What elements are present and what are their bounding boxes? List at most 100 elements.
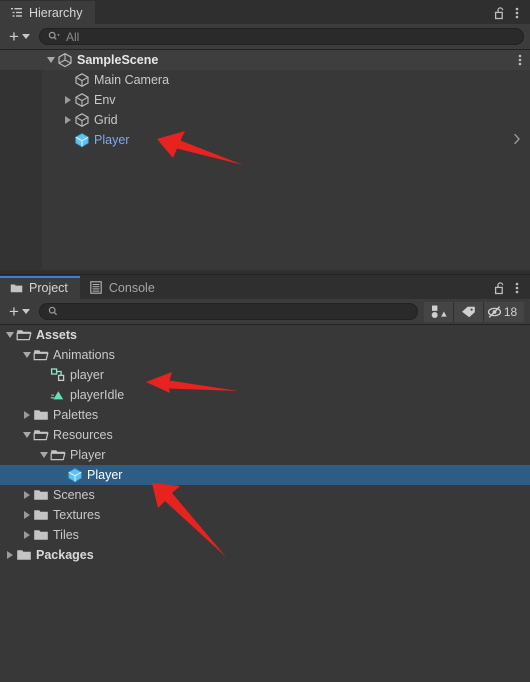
open-prefab-chevron-icon[interactable] bbox=[513, 132, 521, 150]
hierarchy-panel: Hierarchy + All SampleScene Main Camera … bbox=[0, 0, 530, 274]
animator-controller-icon bbox=[50, 367, 66, 383]
tab-hierarchy[interactable]: Hierarchy bbox=[0, 1, 95, 24]
tree-row[interactable]: Scenes bbox=[0, 485, 530, 505]
tree-row[interactable]: Animations bbox=[0, 345, 530, 365]
expander-collapsed-icon[interactable] bbox=[4, 550, 15, 561]
expander-expanded-icon[interactable] bbox=[21, 350, 32, 361]
expander-expanded-icon[interactable] bbox=[21, 430, 32, 441]
tree-row[interactable]: Textures bbox=[0, 505, 530, 525]
tree-row[interactable]: player bbox=[0, 365, 530, 385]
filter-by-type-icon[interactable] bbox=[424, 301, 454, 322]
tree-row-label: Player bbox=[94, 133, 130, 147]
folder-icon bbox=[10, 281, 23, 294]
tab-project[interactable]: Project bbox=[0, 276, 80, 299]
lock-open-icon[interactable] bbox=[492, 5, 508, 21]
expander-collapsed-icon[interactable] bbox=[62, 115, 73, 126]
chevron-down-icon bbox=[21, 34, 30, 39]
kebab-menu-icon[interactable] bbox=[510, 5, 524, 21]
tab-console[interactable]: Console bbox=[79, 276, 167, 299]
project-add-button[interactable]: + bbox=[6, 303, 33, 321]
unity-scene-icon bbox=[57, 52, 73, 68]
prefab-cube-icon bbox=[67, 467, 83, 483]
tree-row-label: Assets bbox=[36, 328, 77, 342]
gameobject-cube-icon bbox=[74, 92, 90, 108]
project-tree[interactable]: Assets Animations player playerIdle Palettes… bbox=[0, 325, 530, 682]
folder-icon bbox=[33, 487, 49, 503]
plus-icon: + bbox=[9, 302, 19, 321]
expander-expanded-icon[interactable] bbox=[38, 450, 49, 461]
tree-row[interactable]: Assets bbox=[0, 325, 530, 345]
tree-row[interactable]: Env bbox=[0, 90, 530, 110]
tree-row[interactable]: Player bbox=[0, 130, 530, 150]
project-tabbar-filler bbox=[166, 276, 492, 299]
hierarchy-search-input[interactable]: All bbox=[38, 28, 524, 45]
tree-row[interactable]: Tiles bbox=[0, 525, 530, 545]
prefab-cube-icon bbox=[74, 132, 90, 148]
tree-row[interactable]: playerIdle bbox=[0, 385, 530, 405]
folder-open-icon bbox=[33, 427, 49, 443]
tree-row[interactable]: Player bbox=[0, 465, 530, 485]
tab-project-label: Project bbox=[29, 280, 68, 295]
console-icon bbox=[90, 281, 103, 294]
folder-icon bbox=[33, 407, 49, 423]
search-icon bbox=[48, 306, 59, 317]
hierarchy-tabbar: Hierarchy bbox=[0, 0, 530, 24]
tree-row-label: Textures bbox=[53, 508, 101, 522]
row-menu-icon[interactable] bbox=[518, 53, 522, 70]
folder-icon bbox=[33, 527, 49, 543]
tab-hierarchy-label: Hierarchy bbox=[29, 5, 83, 20]
folder-open-icon bbox=[33, 347, 49, 363]
project-panel: Project Console + 18 Assets Animations p… bbox=[0, 274, 530, 682]
tree-row-label: Player bbox=[87, 468, 123, 482]
project-tabbar: Project Console bbox=[0, 275, 530, 299]
project-search-input[interactable] bbox=[38, 303, 418, 320]
animation-clip-icon bbox=[50, 387, 66, 403]
expander-collapsed-icon[interactable] bbox=[21, 510, 32, 521]
search-dropdown-icon[interactable] bbox=[48, 31, 61, 42]
folder-open-icon bbox=[16, 327, 32, 343]
hierarchy-search-value: All bbox=[65, 29, 80, 44]
hidden-items-icon bbox=[487, 305, 501, 318]
hierarchy-add-button[interactable]: + bbox=[6, 28, 33, 46]
filter-by-label-icon[interactable] bbox=[454, 301, 484, 322]
expander-expanded-icon[interactable] bbox=[4, 330, 15, 341]
project-tab-tools bbox=[492, 276, 530, 299]
tab-console-label: Console bbox=[108, 280, 155, 295]
expander-collapsed-icon[interactable] bbox=[21, 410, 32, 421]
tree-row-label: Scenes bbox=[53, 488, 95, 502]
project-filter-buttons: 18 bbox=[424, 301, 524, 322]
gameobject-cube-icon bbox=[74, 112, 90, 128]
tree-row[interactable]: Packages bbox=[0, 545, 530, 565]
expander-collapsed-icon[interactable] bbox=[21, 530, 32, 541]
chevron-down-icon bbox=[21, 309, 30, 314]
tree-row-label: Resources bbox=[53, 428, 113, 442]
tree-row-label: Tiles bbox=[53, 528, 79, 542]
hierarchy-toolbar: + All bbox=[0, 24, 530, 50]
expander-expanded-icon[interactable] bbox=[45, 55, 56, 66]
hierarchy-list-icon bbox=[10, 6, 23, 19]
tree-row-label: SampleScene bbox=[77, 53, 159, 67]
tree-row[interactable]: Main Camera bbox=[0, 70, 530, 90]
hidden-items-toggle[interactable]: 18 bbox=[484, 301, 524, 322]
lock-open-icon[interactable] bbox=[492, 280, 508, 296]
tree-row-label: Player bbox=[70, 448, 106, 462]
expander-collapsed-icon[interactable] bbox=[21, 490, 32, 501]
hidden-items-count: 18 bbox=[503, 304, 518, 319]
expander-collapsed-icon[interactable] bbox=[62, 95, 73, 106]
hierarchy-tab-tools bbox=[492, 1, 530, 24]
hierarchy-tree[interactable]: SampleScene Main Camera Env Grid Player bbox=[0, 50, 530, 273]
tree-row[interactable]: Grid bbox=[0, 110, 530, 130]
tree-row[interactable]: Resources bbox=[0, 425, 530, 445]
kebab-menu-icon[interactable] bbox=[510, 280, 524, 296]
tree-row[interactable]: SampleScene bbox=[0, 50, 530, 70]
tree-row[interactable]: Player bbox=[0, 445, 530, 465]
tree-row-label: Main Camera bbox=[94, 73, 170, 87]
tree-row-label: Grid bbox=[94, 113, 118, 127]
tree-row[interactable]: Palettes bbox=[0, 405, 530, 425]
folder-open-icon bbox=[50, 447, 66, 463]
folder-icon bbox=[33, 507, 49, 523]
